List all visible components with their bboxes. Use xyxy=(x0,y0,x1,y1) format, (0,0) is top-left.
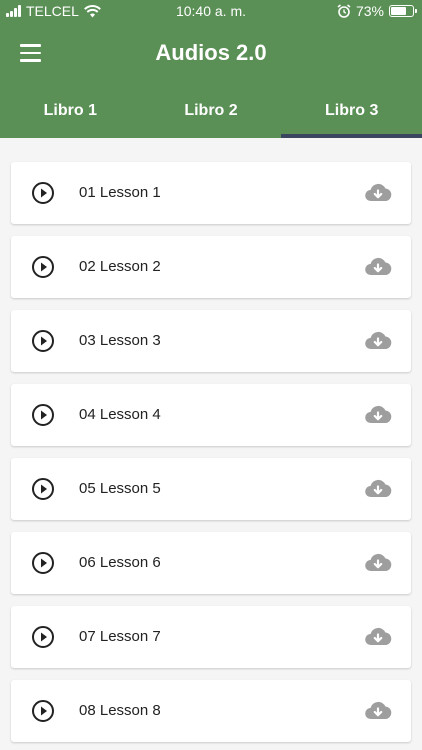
lesson-item-5[interactable]: 05 Lesson 5 xyxy=(11,458,411,520)
cloud-download-icon[interactable] xyxy=(364,700,392,722)
lesson-item-4[interactable]: 04 Lesson 4 xyxy=(11,384,411,446)
tab-libro-3[interactable]: Libro 3 xyxy=(281,88,422,138)
cloud-download-icon[interactable] xyxy=(364,478,392,500)
tab-libro-2[interactable]: Libro 2 xyxy=(141,88,282,138)
play-circle-icon[interactable] xyxy=(31,181,55,205)
lesson-item-7[interactable]: 07 Lesson 7 xyxy=(11,606,411,668)
cloud-download-icon[interactable] xyxy=(364,626,392,648)
lesson-label: 03 Lesson 3 xyxy=(79,332,161,349)
play-circle-icon[interactable] xyxy=(31,625,55,649)
tab-libro-1[interactable]: Libro 1 xyxy=(0,88,141,138)
lesson-label: 01 Lesson 1 xyxy=(79,184,161,201)
lesson-label: 04 Lesson 4 xyxy=(79,406,161,423)
cloud-download-icon[interactable] xyxy=(364,552,392,574)
lesson-label: 05 Lesson 5 xyxy=(79,480,161,497)
app-title: Audios 2.0 xyxy=(155,40,267,65)
app-header: TELCEL 10:40 a. m. 73% Audios 2.0 Libro … xyxy=(0,0,422,138)
lesson-item-6[interactable]: 06 Lesson 6 xyxy=(11,532,411,594)
battery-icon xyxy=(389,5,417,17)
cloud-download-icon[interactable] xyxy=(364,256,392,278)
play-circle-icon[interactable] xyxy=(31,329,55,353)
cloud-download-icon[interactable] xyxy=(364,404,392,426)
battery-percent: 73% xyxy=(355,3,384,19)
play-circle-icon[interactable] xyxy=(31,699,55,723)
lesson-item-8[interactable]: 08 Lesson 8 xyxy=(11,680,411,742)
lesson-label: 08 Lesson 8 xyxy=(79,702,161,719)
status-right: 73% xyxy=(337,3,417,19)
play-circle-icon[interactable] xyxy=(31,477,55,501)
toolbar: Audios 2.0 xyxy=(0,30,422,78)
tab-bar: Libro 1 Libro 2 Libro 3 xyxy=(0,88,422,138)
lesson-list: 01 Lesson 1 02 Lesson 2 03 Lesson 3 04 L… xyxy=(11,162,411,750)
play-circle-icon[interactable] xyxy=(31,403,55,427)
play-circle-icon[interactable] xyxy=(31,551,55,575)
lesson-item-2[interactable]: 02 Lesson 2 xyxy=(11,236,411,298)
play-circle-icon[interactable] xyxy=(31,255,55,279)
status-bar: TELCEL 10:40 a. m. 73% xyxy=(0,0,422,24)
lesson-label: 02 Lesson 2 xyxy=(79,258,161,275)
cloud-download-icon[interactable] xyxy=(364,330,392,352)
lesson-label: 06 Lesson 6 xyxy=(79,554,161,571)
cloud-download-icon[interactable] xyxy=(364,182,392,204)
lesson-item-3[interactable]: 03 Lesson 3 xyxy=(11,310,411,372)
battery-fill xyxy=(391,7,407,15)
alarm-icon xyxy=(337,4,351,18)
lesson-item-1[interactable]: 01 Lesson 1 xyxy=(11,162,411,224)
lesson-label: 07 Lesson 7 xyxy=(79,628,161,645)
